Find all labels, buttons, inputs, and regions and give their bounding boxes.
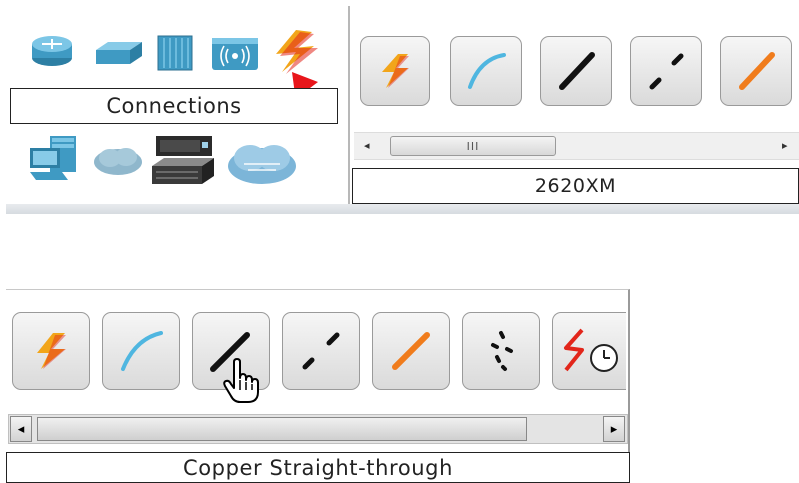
scrollbar-thumb[interactable]: III xyxy=(390,136,556,156)
wireless-device-icon[interactable] xyxy=(210,34,260,76)
copper-cross-over-icon xyxy=(644,49,688,93)
multiuser-cloud-icon[interactable] xyxy=(226,138,298,192)
router-icon[interactable] xyxy=(30,34,74,72)
scroll-left-button[interactable]: ◂ xyxy=(10,416,32,442)
workspace-edge xyxy=(6,204,799,214)
console-cable-icon xyxy=(117,327,165,375)
scroll-right-button[interactable]: ▸ xyxy=(603,416,625,442)
scrollbar-thumb[interactable] xyxy=(37,417,527,441)
console-cable-icon xyxy=(464,49,508,93)
copper-straight-through-icon xyxy=(554,49,598,93)
cable-hover-label: Copper Straight-through xyxy=(6,452,630,483)
hub-icon[interactable] xyxy=(156,34,194,76)
custom-device-icon[interactable] xyxy=(150,132,218,196)
cable-button-serial-dce[interactable] xyxy=(552,312,626,390)
device-category-label: Connections xyxy=(10,88,338,124)
cable-button-automatic[interactable] xyxy=(12,312,90,390)
automatic-cable-icon xyxy=(33,331,69,371)
cable-button-copper-cross[interactable] xyxy=(630,36,702,106)
device-palette: Connections xyxy=(0,0,348,204)
scroll-right-arrow-icon[interactable]: ▸ xyxy=(782,139,788,152)
phone-cable-icon xyxy=(477,327,525,375)
fiber-cable-icon xyxy=(734,49,778,93)
cable-button-console[interactable] xyxy=(102,312,180,390)
cable-button-fiber[interactable] xyxy=(720,36,792,106)
cable-button-automatic[interactable] xyxy=(360,36,430,106)
scroll-left-arrow-icon[interactable]: ◂ xyxy=(364,139,370,152)
scrollbar-grip: III xyxy=(466,139,480,153)
hand-cursor-icon xyxy=(222,358,262,408)
selected-device-label: 2620XM xyxy=(352,168,799,204)
serial-dce-clock-icon xyxy=(560,324,620,378)
automatic-cable-icon xyxy=(378,52,412,90)
cable-button-console[interactable] xyxy=(450,36,522,106)
cable-button-copper-straight[interactable] xyxy=(540,36,612,106)
cable-button-phone[interactable] xyxy=(462,312,540,390)
cable-button-fiber[interactable] xyxy=(372,312,450,390)
scroll-right-arrow-icon: ▸ xyxy=(610,421,618,437)
switch-icon[interactable] xyxy=(92,40,144,72)
cable-buttons-row xyxy=(0,300,630,410)
horizontal-scrollbar[interactable]: ◂ ▸ xyxy=(8,414,628,444)
scroll-left-arrow-icon: ◂ xyxy=(17,421,25,437)
horizontal-scrollbar[interactable]: ◂ III ▸ xyxy=(354,132,799,160)
wan-emulation-cloud-icon[interactable] xyxy=(92,144,144,182)
copper-cross-over-icon xyxy=(297,327,345,375)
end-device-pc-icon[interactable] xyxy=(28,134,80,188)
cable-button-copper-cross[interactable] xyxy=(282,312,360,390)
fiber-cable-icon xyxy=(387,327,435,375)
